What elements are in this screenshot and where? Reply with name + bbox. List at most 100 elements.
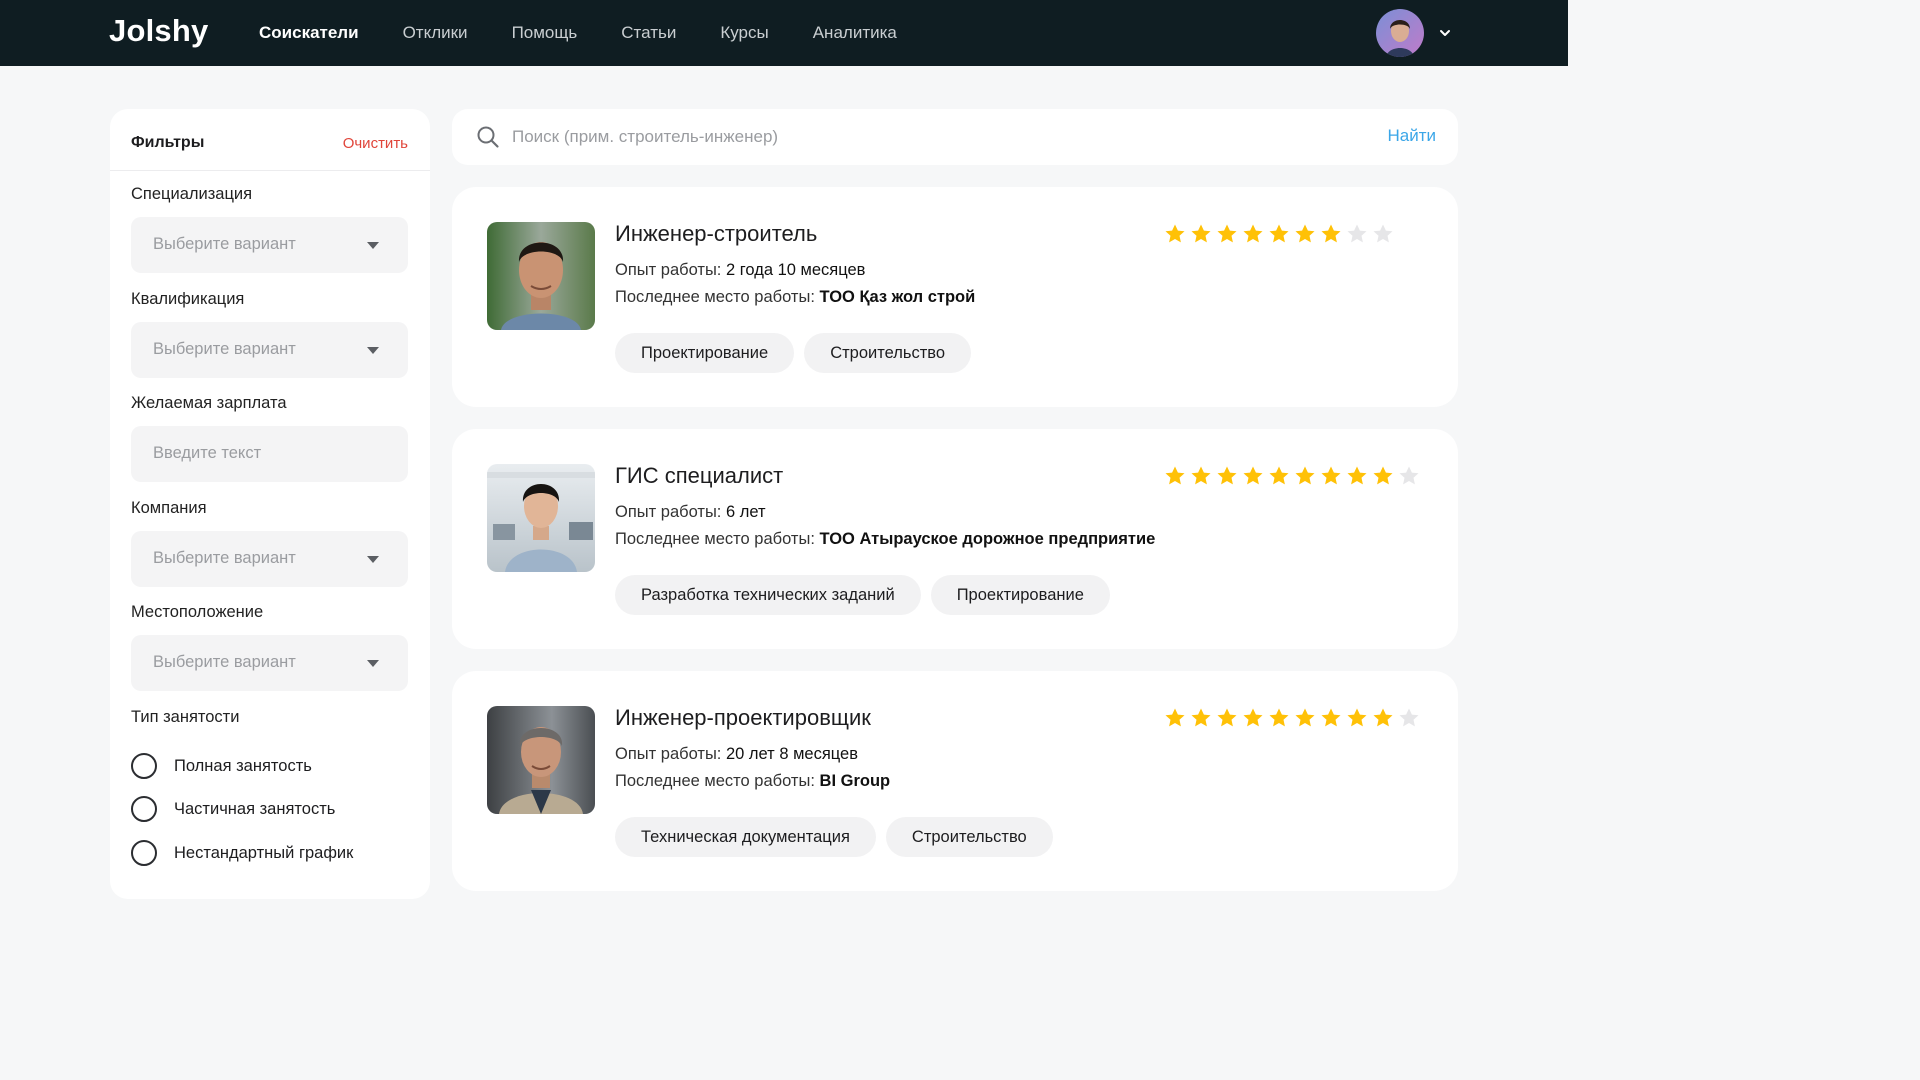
search-button[interactable]: Найти	[1387, 126, 1436, 146]
radio-circle[interactable]	[131, 753, 157, 779]
experience-value: 20 лет 8 месяцев	[725, 745, 858, 763]
location-label: Местоположение	[131, 603, 264, 621]
candidate-title[interactable]: ГИС специалист	[615, 463, 783, 489]
specialization-label: Специализация	[131, 185, 253, 203]
rating-stars	[1164, 223, 1398, 245]
candidate-title[interactable]: Инженер-строитель	[615, 221, 817, 247]
nav-item-responses[interactable]: Отклики	[403, 23, 468, 43]
candidate-photo-image	[487, 464, 595, 572]
skill-tag[interactable]: Проектирование	[930, 575, 1110, 615]
location-select[interactable]: Выберите вариант	[131, 635, 408, 691]
top-navbar: Jolshy Соискатели Отклики Помощь Статьи …	[0, 0, 1568, 66]
experience-line: Опыт работы: 20 лет 8 месяцев	[615, 745, 858, 764]
radio-circle[interactable]	[131, 840, 157, 866]
candidate-card[interactable]: ГИС специалист Опыт работы: 6 лет Послед…	[452, 429, 1458, 649]
star-empty-icon	[1373, 224, 1393, 243]
candidate-title[interactable]: Инженер-проектировщик	[615, 705, 871, 731]
specialization-select[interactable]: Выберите вариант	[131, 217, 408, 273]
nav-item-courses[interactable]: Курсы	[720, 23, 768, 43]
star-filled-icon	[1295, 466, 1315, 485]
nav-item-candidates[interactable]: Соискатели	[259, 23, 359, 43]
experience-label: Опыт работы:	[615, 745, 722, 763]
last-job-value: ТОО Атырауское дорожное предприятие	[819, 530, 1156, 548]
company-select[interactable]: Выберите вариант	[131, 531, 408, 587]
star-filled-icon	[1269, 708, 1289, 727]
qualification-select[interactable]: Выберите вариант	[131, 322, 408, 378]
caret-down-icon	[367, 556, 379, 563]
skill-tags: Разработка технических заданий Проектиро…	[615, 575, 1120, 615]
radio-flexible-schedule[interactable]: Нестандартный график	[131, 839, 353, 867]
star-filled-icon	[1321, 466, 1341, 485]
filters-title: Фильтры	[131, 134, 205, 151]
candidate-photo-image	[487, 222, 595, 330]
caret-down-icon	[367, 242, 379, 249]
last-job-line: Последнее место работы: BI Group	[615, 772, 890, 791]
star-filled-icon	[1295, 708, 1315, 727]
experience-line: Опыт работы: 2 года 10 месяцев	[615, 261, 865, 280]
star-filled-icon	[1243, 466, 1263, 485]
qualification-label: Квалификация	[131, 290, 245, 308]
experience-line: Опыт работы: 6 лет	[615, 503, 766, 522]
star-empty-icon	[1399, 466, 1419, 485]
star-filled-icon	[1269, 224, 1289, 243]
experience-label: Опыт работы:	[615, 261, 722, 279]
star-empty-icon	[1399, 708, 1419, 727]
skill-tag[interactable]: Строительство	[885, 817, 1053, 857]
radio-part-time[interactable]: Частичная занятость	[131, 795, 335, 823]
company-placeholder: Выберите вариант	[153, 549, 296, 567]
candidate-card[interactable]: Инженер-проектировщик Опыт работы: 20 ле…	[452, 671, 1458, 891]
star-filled-icon	[1217, 466, 1237, 485]
location-placeholder: Выберите вариант	[153, 653, 296, 671]
candidate-card[interactable]: Инженер-строитель Опыт работы: 2 года 10…	[452, 187, 1458, 407]
search-icon	[477, 126, 499, 148]
star-filled-icon	[1217, 224, 1237, 243]
main-nav: Соискатели Отклики Помощь Статьи Курсы А…	[259, 0, 941, 66]
radio-label: Частичная занятость	[174, 799, 336, 818]
star-empty-icon	[1347, 224, 1367, 243]
clear-filters-button[interactable]: Очистить	[343, 135, 408, 152]
salary-placeholder: Введите текст	[153, 444, 262, 462]
skill-tag[interactable]: Строительство	[804, 333, 972, 373]
user-avatar-image	[1376, 9, 1424, 57]
star-filled-icon	[1295, 224, 1315, 243]
specialization-placeholder: Выберите вариант	[153, 235, 296, 253]
skill-tag[interactable]: Разработка технических заданий	[615, 575, 921, 615]
radio-circle[interactable]	[131, 796, 157, 822]
nav-item-help[interactable]: Помощь	[512, 23, 578, 43]
nav-item-analytics[interactable]: Аналитика	[813, 23, 897, 43]
experience-value: 6 лет	[725, 503, 766, 521]
star-filled-icon	[1165, 708, 1185, 727]
candidate-photo	[487, 706, 595, 814]
radio-full-time[interactable]: Полная занятость	[131, 752, 312, 780]
star-filled-icon	[1191, 466, 1211, 485]
candidate-photo-image	[487, 706, 595, 814]
salary-input[interactable]: Введите текст	[131, 426, 408, 482]
experience-label: Опыт работы:	[615, 503, 722, 521]
filters-panel: Фильтры Очистить Специализация Выберите …	[110, 109, 430, 899]
user-avatar[interactable]	[1376, 9, 1424, 57]
candidate-photo	[487, 222, 595, 330]
last-job-value: BI Group	[819, 772, 891, 790]
last-job-line: Последнее место работы: ТОО Атырауское д…	[615, 530, 1155, 549]
star-filled-icon	[1243, 708, 1263, 727]
star-filled-icon	[1373, 708, 1393, 727]
chevron-down-icon[interactable]	[1437, 25, 1453, 41]
rating-stars	[1164, 465, 1424, 487]
employment-type-label: Тип занятости	[131, 708, 240, 726]
filters-header: Фильтры Очистить	[110, 109, 430, 171]
nav-item-articles[interactable]: Статьи	[621, 23, 676, 43]
caret-down-icon	[367, 347, 379, 354]
search-input[interactable]	[512, 117, 1332, 157]
star-filled-icon	[1269, 466, 1289, 485]
last-job-label: Последнее место работы:	[615, 530, 815, 548]
skill-tag[interactable]: Проектирование	[615, 333, 795, 373]
skill-tags: Проектирование Строительство	[615, 333, 981, 373]
logo[interactable]: Jolshy	[109, 13, 208, 49]
star-filled-icon	[1321, 224, 1341, 243]
skill-tag[interactable]: Техническая документация	[615, 817, 876, 857]
last-job-label: Последнее место работы:	[615, 772, 815, 790]
qualification-placeholder: Выберите вариант	[153, 340, 296, 358]
star-filled-icon	[1217, 708, 1237, 727]
last-job-value: ТОО Қаз жол строй	[819, 288, 976, 306]
star-filled-icon	[1243, 224, 1263, 243]
